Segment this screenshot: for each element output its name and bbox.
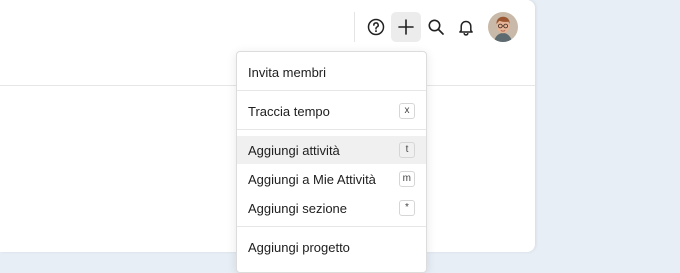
notifications-button[interactable] xyxy=(451,12,481,42)
menu-item-track-time[interactable]: Traccia tempo x xyxy=(237,97,426,125)
menu-item-add-section[interactable]: Aggiungi sezione * xyxy=(237,194,426,222)
bell-icon xyxy=(459,20,473,36)
shortcut-badge: t xyxy=(399,142,415,158)
shortcut-badge: m xyxy=(398,171,415,187)
help-button[interactable] xyxy=(361,12,391,42)
menu-item-add-task[interactable]: Aggiungi attività t xyxy=(237,136,426,164)
question-circle-icon xyxy=(367,18,385,36)
menu-divider xyxy=(237,226,426,227)
menu-item-label: Aggiungi progetto xyxy=(248,239,350,255)
menu-item-add-to-my-tasks[interactable]: Aggiungi a Mie Attività m xyxy=(237,165,426,193)
menu-item-label: Traccia tempo xyxy=(248,103,330,119)
menu-item-label: Aggiungi attività xyxy=(248,142,340,158)
user-avatar[interactable] xyxy=(488,12,518,42)
search-button[interactable] xyxy=(421,12,451,42)
menu-item-invite-members[interactable]: Invita membri xyxy=(237,58,426,86)
menu-divider xyxy=(237,129,426,130)
plus-icon xyxy=(398,19,414,35)
menu-item-label: Aggiungi a Mie Attività xyxy=(248,171,376,187)
menu-divider xyxy=(237,90,426,91)
search-icon xyxy=(428,19,444,35)
menu-item-add-project[interactable]: Aggiungi progetto xyxy=(237,233,426,261)
add-menu-dropdown: Invita membri Traccia tempo x Aggiungi a… xyxy=(236,51,427,273)
avatar-icon xyxy=(488,12,518,42)
toolbar-divider xyxy=(354,12,355,42)
menu-item-label: Invita membri xyxy=(248,64,327,80)
add-button[interactable] xyxy=(391,12,421,42)
shortcut-badge: x xyxy=(399,103,415,119)
shortcut-badge: * xyxy=(399,200,415,216)
menu-item-label: Aggiungi sezione xyxy=(248,200,348,216)
